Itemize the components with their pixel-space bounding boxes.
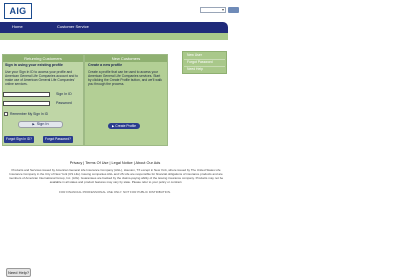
remember-signin-checkbox[interactable]	[4, 112, 8, 116]
side-link-need-help[interactable]: Need Help	[187, 67, 203, 71]
need-help-button[interactable]: Need Help?	[6, 268, 31, 277]
remember-signin-label: Remember My Sign In ID	[10, 112, 49, 116]
new-customers-description: Create a profile that can be used to acc…	[88, 70, 162, 86]
forgot-signin-id-label: Forgot Sign In ID?	[6, 137, 32, 141]
chevron-right-icon: ▶	[32, 122, 35, 126]
nav-item-home[interactable]: Home	[12, 24, 23, 29]
signin-id-label: Sign In ID	[56, 92, 72, 96]
returning-customers-panel: Returning Customers	[2, 54, 84, 146]
chevron-right-icon: ▶	[111, 124, 115, 128]
footer-links[interactable]: Privacy | Terms Of Use | Legal Notice | …	[0, 161, 230, 165]
side-link-forgot-password[interactable]: Forgot Password	[187, 60, 213, 64]
side-links-box: New User Forgot Password Need Help	[182, 51, 227, 74]
footer-disclaimer: Products and Services issued by American…	[8, 168, 224, 184]
create-profile-label: Create Profile	[115, 124, 137, 128]
password-label: Password	[56, 101, 72, 105]
aig-logo[interactable]: AIG	[4, 3, 32, 19]
top-navigation-bar: Home Customer Service	[0, 22, 228, 33]
nav-sub-strip	[0, 33, 228, 40]
create-profile-button[interactable]: ▶Create Profile	[108, 123, 140, 129]
footer-note: FOR FINANCIAL PROFESSIONAL USE ONLY. NOT…	[59, 190, 171, 194]
side-link-new-user[interactable]: New User	[187, 53, 202, 57]
new-customers-heading: New Customers	[85, 55, 167, 62]
signin-button-label: Sign In	[36, 122, 49, 126]
signin-id-input[interactable]	[3, 92, 50, 97]
returning-description: Use your Sign In ID to access your profi…	[5, 70, 78, 86]
password-input[interactable]	[3, 101, 50, 106]
signin-button[interactable]: ▶ Sign In	[18, 121, 63, 128]
forgot-password-button[interactable]: Forgot Password?	[43, 136, 73, 143]
forgot-signin-id-button[interactable]: Forgot Sign In ID?	[4, 136, 34, 143]
new-customers-panel: New Customers	[84, 54, 168, 146]
nav-item-customer-service[interactable]: Customer Service	[57, 24, 89, 29]
need-help-label: Need Help?	[7, 270, 30, 275]
forgot-password-label: Forgot Password?	[45, 137, 71, 141]
returning-customers-heading: Returning Customers	[3, 55, 83, 62]
returning-subtitle: Sign in using your existing profile	[5, 63, 63, 67]
site-selector-go-button[interactable]	[228, 7, 239, 13]
logo-text: AIG	[9, 6, 27, 16]
new-customers-subtitle: Create a new profile	[88, 63, 123, 67]
site-selector-dropdown[interactable]	[200, 7, 226, 13]
